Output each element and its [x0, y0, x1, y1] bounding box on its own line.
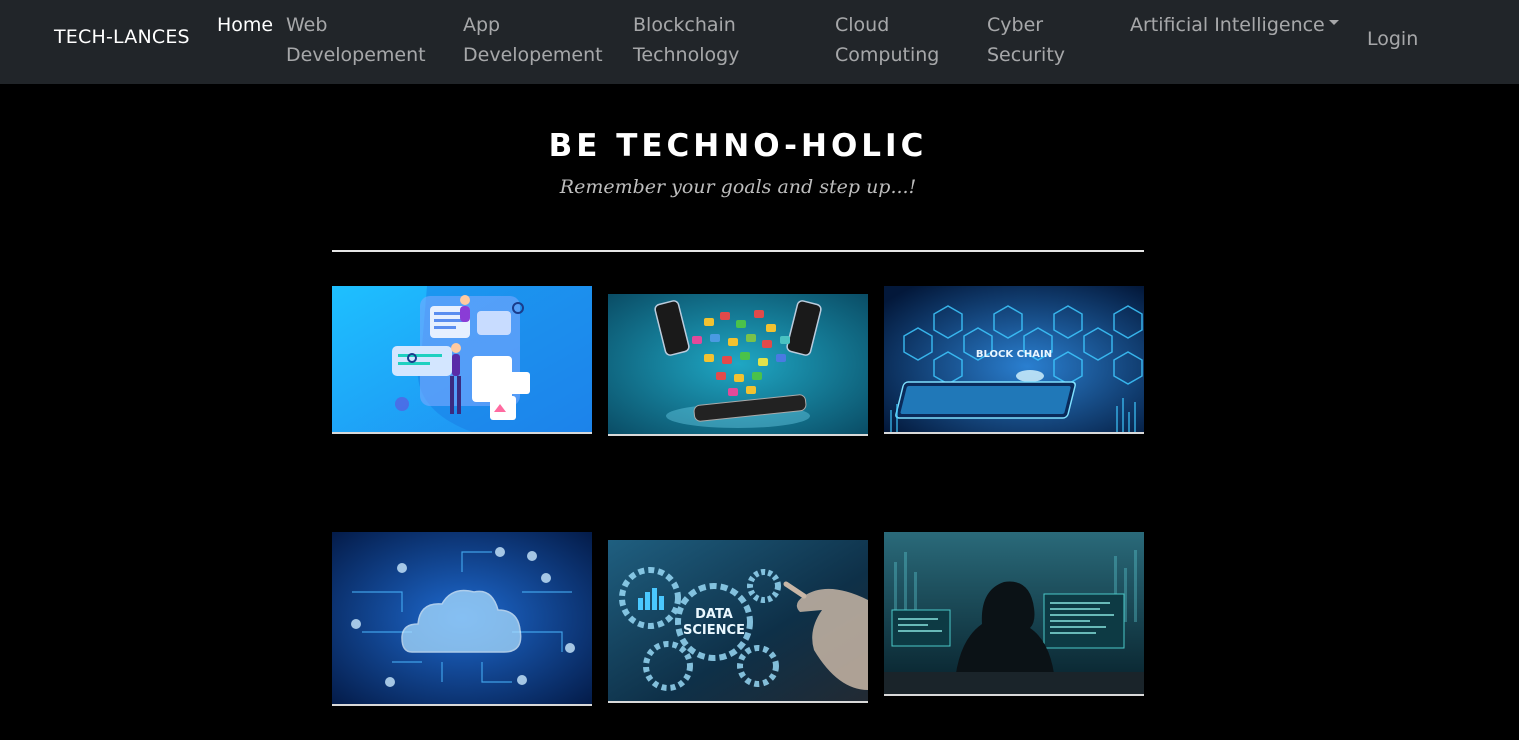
card-data-science[interactable]: DATA SCIENCE: [608, 540, 868, 703]
card-cloud-computing[interactable]: [332, 532, 592, 706]
cloud-computing-image: [332, 532, 592, 704]
nav-login[interactable]: Login: [1367, 25, 1418, 53]
card-web-development[interactable]: [332, 286, 592, 434]
nav-ai-label: Artificial Intelligence: [1130, 14, 1325, 36]
nav-ai-dropdown[interactable]: Artificial Intelligence: [1130, 10, 1339, 40]
card-cyber-security[interactable]: [884, 532, 1144, 696]
nav-cyber-line1: Cyber: [987, 14, 1044, 36]
hero-subtitle: Remember your goals and step up...!: [559, 176, 917, 198]
nav-web-development[interactable]: Web Developement: [286, 10, 426, 70]
nav-cloud-computing[interactable]: Cloud Computing: [835, 10, 939, 70]
nav-web-line1: Web: [286, 14, 328, 36]
nav-blockchain[interactable]: Blockchain Technology: [633, 10, 739, 70]
data-science-label-line2: SCIENCE: [683, 623, 745, 638]
blockchain-image-label: BLOCK CHAIN: [976, 349, 1052, 360]
blockchain-image: BLOCK CHAIN: [884, 286, 1144, 432]
app-development-image: [608, 294, 868, 434]
nav-app-line1: App: [463, 14, 501, 36]
brand-logo[interactable]: TECH-LANCES: [54, 26, 190, 48]
nav-cyber-security[interactable]: Cyber Security: [987, 10, 1065, 70]
nav-web-line2: Developement: [286, 44, 426, 66]
nav-cloud-line2: Computing: [835, 44, 940, 66]
card-blockchain[interactable]: BLOCK CHAIN: [884, 286, 1144, 434]
nav-blockchain-line2: Technology: [633, 44, 740, 66]
section-divider: [332, 250, 1144, 252]
web-development-image: [332, 286, 592, 432]
cyber-security-image: [884, 532, 1144, 694]
data-science-image: DATA SCIENCE: [608, 540, 868, 701]
data-science-label-line1: DATA: [695, 607, 733, 622]
nav-app-development[interactable]: App Developement: [463, 10, 603, 70]
nav-home[interactable]: Home: [217, 10, 273, 40]
nav-cyber-line2: Security: [987, 44, 1066, 66]
card-app-development[interactable]: [608, 294, 868, 436]
caret-down-icon: [1328, 20, 1339, 25]
nav-cloud-line1: Cloud: [835, 14, 890, 36]
hero-title: BE TECHNO-HOLIC: [548, 128, 928, 164]
nav-app-line2: Developement: [463, 44, 603, 66]
nav-blockchain-line1: Blockchain: [633, 14, 736, 36]
top-navbar: TECH-LANCES Home Web Developement App De…: [0, 0, 1519, 84]
